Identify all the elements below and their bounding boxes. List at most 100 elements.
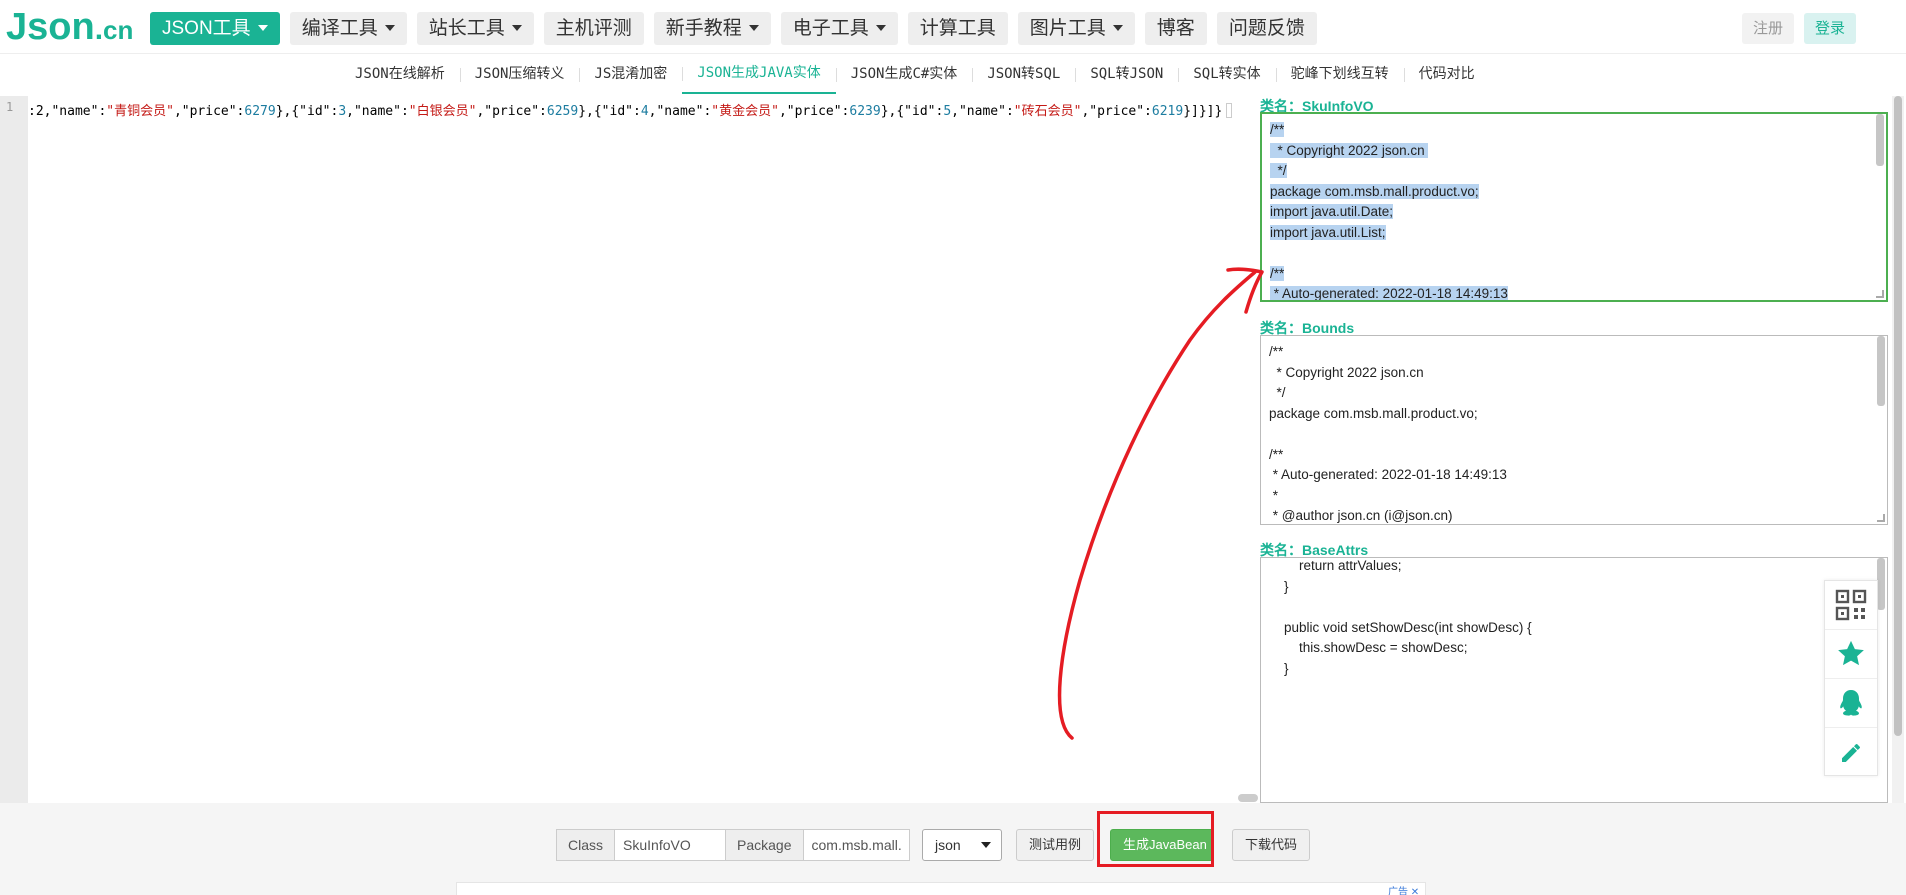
code-line: import java.util.Date; — [1270, 202, 1878, 223]
code-line: } — [1269, 659, 1879, 680]
qrcode-icon[interactable] — [1825, 581, 1877, 630]
text-cursor — [1226, 103, 1233, 118]
editor-horizontal-scrollbar[interactable] — [1238, 794, 1258, 802]
code-token: }]}]} — [1183, 104, 1223, 119]
test-case-button[interactable]: 测试用例 — [1016, 829, 1095, 861]
nav-item-9[interactable]: 博客 — [1144, 12, 1207, 45]
pencil-icon[interactable] — [1825, 728, 1877, 777]
code-line-text: this.showDesc = showDesc; — [1269, 640, 1468, 655]
package-input[interactable] — [803, 829, 910, 861]
chevron-down-icon — [257, 25, 268, 31]
code-line: /** — [1270, 120, 1878, 141]
code-line-text: * @author json.cn (i@json.cn) — [1269, 508, 1453, 523]
code-line: * @author json.cn (i@json.cn) — [1269, 506, 1879, 524]
code-line-text: /** — [1270, 122, 1285, 137]
logo-main: Json — [6, 6, 95, 48]
textarea-scrollbar-thumb[interactable] — [1877, 558, 1885, 610]
subnav-tab-9[interactable]: 驼峰下划线互转 — [1275, 55, 1404, 93]
subnav-tab-6[interactable]: JSON转SQL — [972, 55, 1075, 93]
ad-banner[interactable] — [456, 882, 1426, 895]
format-select[interactable]: json — [922, 829, 1002, 861]
chevron-down-icon — [875, 25, 886, 31]
nav-item-6[interactable]: 电子工具 — [780, 12, 898, 45]
java-code-textarea[interactable]: /** * Copyright 2022 json.cn */ package c… — [1260, 335, 1888, 525]
subnav-tab-1[interactable]: JSON在线解析 — [340, 55, 460, 93]
subnav-tab-8[interactable]: SQL转实体 — [1178, 55, 1275, 93]
nav-item-10[interactable]: 问题反馈 — [1216, 12, 1317, 45]
subnav-tab-7[interactable]: SQL转JSON — [1075, 55, 1178, 93]
login-button[interactable]: 登录 — [1803, 13, 1856, 44]
logo-suffix: cn — [103, 15, 134, 45]
nav-item-label: 图片工具 — [1029, 18, 1106, 39]
app-root: Json.cn JSON工具 编译工具 站长工具 主机评测 新手教程 电子工具 计算工具 图片… — [0, 0, 1906, 895]
chevron-down-icon — [981, 842, 991, 848]
nav-item-3[interactable]: 站长工具 — [416, 12, 534, 45]
nav-item-8[interactable]: 图片工具 — [1017, 12, 1135, 45]
subnav-tab-4[interactable]: JSON生成JAVA实体 — [682, 54, 836, 94]
nav-item-5[interactable]: 新手教程 — [653, 12, 771, 45]
nav-item-label: 新手教程 — [665, 18, 742, 39]
code-token: "白银会员" — [408, 104, 477, 119]
nav-item-1[interactable]: JSON工具 — [150, 12, 280, 45]
nav-item-label: 站长工具 — [428, 18, 505, 39]
code-token: "青铜会员" — [106, 104, 174, 119]
code-line: * — [1269, 486, 1879, 507]
site-logo[interactable]: Json.cn — [6, 8, 133, 54]
top-navbar: Json.cn JSON工具 编译工具 站长工具 主机评测 新手教程 电子工具 计算工具 图片… — [0, 0, 1906, 54]
editor-code-line[interactable]: :2,"name":"青铜会员","price":6279},{"id":3,"… — [28, 100, 1233, 119]
qq-icon[interactable] — [1825, 679, 1877, 728]
tool-subnav: JSON在线解析 JSON压缩转义 JS混淆加密 JSON生成JAVA实体 JSON生成… — [340, 54, 1490, 94]
subnav-tab-10[interactable]: 代码对比 — [1403, 55, 1490, 93]
line-number: 1 — [6, 100, 14, 114]
subnav-tab-5[interactable]: JSON生成C#实体 — [835, 55, 973, 93]
resize-handle[interactable] — [1876, 290, 1884, 298]
code-line: /** — [1270, 264, 1878, 285]
java-code-lines: /** * Copyright 2022 json.cn */ package c… — [1262, 114, 1886, 300]
code-line-text: */ — [1270, 163, 1287, 178]
star-icon[interactable] — [1825, 630, 1877, 679]
class-name-input[interactable] — [615, 829, 726, 861]
code-line-text: */ — [1269, 385, 1286, 400]
page-scrollbar-thumb[interactable] — [1894, 96, 1902, 736]
main-menu: JSON工具 编译工具 站长工具 主机评测 新手教程 电子工具 计算工具 图片工具 博客 问题反馈 — [150, 12, 1317, 45]
nav-item-label: 编译工具 — [301, 18, 378, 39]
resize-handle[interactable] — [1877, 514, 1885, 522]
textarea-scrollbar-thumb[interactable] — [1876, 114, 1884, 166]
close-icon[interactable]: ✕ — [1411, 887, 1419, 895]
ad-label[interactable]: 广告 ✕ — [1388, 883, 1419, 895]
register-button[interactable]: 注册 — [1741, 13, 1794, 44]
code-line: */ — [1269, 383, 1879, 404]
code-line-text: } — [1269, 660, 1289, 676]
code-line: * Copyright 2022 json.cn — [1269, 363, 1879, 384]
chevron-down-icon — [511, 25, 522, 31]
code-token: },{"id": — [578, 104, 641, 119]
nav-item-label: 主机评测 — [555, 18, 632, 39]
auth-buttons: 注册 登录 — [1741, 13, 1856, 44]
annotation-highlight-box — [1097, 811, 1214, 867]
nav-item-4[interactable]: 主机评测 — [543, 12, 644, 45]
ad-label-text: 广告 — [1388, 887, 1408, 895]
editor-gutter: 1 — [0, 96, 28, 803]
subnav-tab-3[interactable]: JS混淆加密 — [579, 55, 682, 93]
json-editor[interactable]: 1 :2,"name":"青铜会员","price":6279},{"id":3… — [0, 96, 1248, 803]
download-code-button[interactable]: 下载代码 — [1232, 829, 1311, 861]
code-token: "黄金会员" — [711, 104, 779, 119]
subnav-tab-2[interactable]: JSON压缩转义 — [459, 55, 580, 93]
nav-item-7[interactable]: 计算工具 — [907, 12, 1008, 45]
code-line-text: public void setShowDesc(int showDesc) { — [1269, 619, 1532, 635]
code-line-text: import java.util.List; — [1270, 224, 1386, 240]
code-line-text: * Copyright 2022 json.cn — [1269, 364, 1428, 380]
java-code-textarea[interactable]: return attrValues; } public void setShow… — [1260, 557, 1888, 803]
textarea-scrollbar-thumb[interactable] — [1877, 336, 1885, 406]
code-line: package com.msb.mall.product.vo; — [1269, 404, 1879, 425]
java-code-textarea[interactable]: /** * Copyright 2022 json.cn */ package c… — [1260, 112, 1888, 302]
class-package-form: Class Package — [556, 829, 910, 861]
class-label-name: BaseAttrs — [1302, 542, 1369, 558]
code-token: },{"id": — [880, 104, 944, 119]
code-line: * Copyright 2022 json.cn — [1270, 141, 1878, 162]
nav-item-2[interactable]: 编译工具 — [289, 12, 407, 45]
code-line-text: * Auto-generated: 2022-01-18 14:49:13 — [1269, 467, 1507, 482]
